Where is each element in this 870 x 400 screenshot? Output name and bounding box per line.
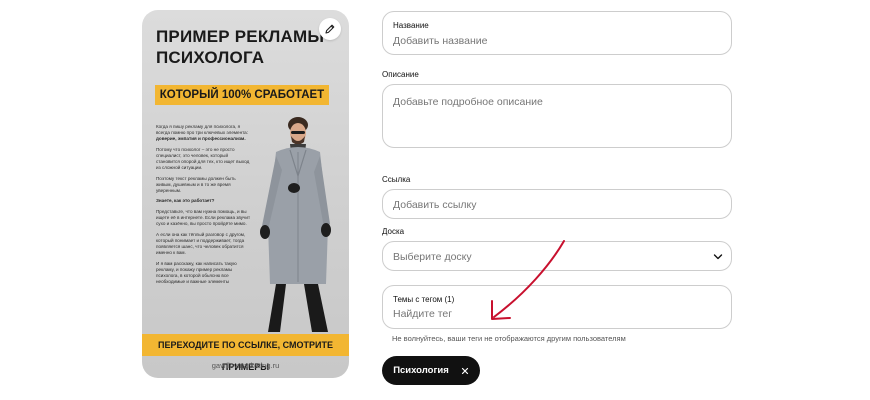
pin-body-text: Когда я пишу рекламу для психолога, я вс… (156, 124, 252, 290)
close-icon[interactable] (461, 367, 469, 375)
pin-body-p1: Когда я пишу рекламу для психолога, я вс… (156, 124, 249, 136)
pin-title-line-2: ПСИХОЛОГА (156, 48, 265, 67)
title-input[interactable]: Добавить название (393, 35, 487, 47)
annotation-arrow (491, 240, 565, 320)
pin-body-p4: Знаете, как это работает? (156, 198, 215, 204)
board-select-value[interactable]: Выберите доску (393, 251, 472, 263)
tag-chip-label: Психология (393, 365, 449, 376)
tags-hint: Не волнуйтесь, ваши теги не отображаются… (392, 334, 626, 343)
title-label: Название (393, 21, 429, 30)
description-input[interactable]: Добавьте подробное описание (393, 96, 543, 108)
pin-preview-card: ПРИМЕР РЕКЛАМЫ ПСИХОЛОГА КОТОРЫЙ 100% СР… (142, 10, 349, 378)
description-label: Описание (382, 70, 419, 79)
pin-title-line-1: ПРИМЕР РЕКЛАМЫ (156, 27, 325, 46)
title-field[interactable]: Название Добавить название (382, 11, 732, 55)
edit-pin-button[interactable] (319, 18, 341, 40)
pin-site-url: gavrilovmarketing.ru (211, 361, 280, 370)
pin-cta-banner: ПЕРЕХОДИТЕ ПО ССЫЛКЕ, СМОТРИТЕ ПРИМЕРЫ (142, 334, 349, 372)
pencil-icon (325, 24, 335, 34)
tags-label: Темы с тегом (1) (393, 295, 455, 304)
man-in-coat-photo (260, 117, 331, 332)
pin-body-p2: Потому что психолог – это не просто спец… (156, 146, 250, 171)
description-field[interactable]: Добавьте подробное описание (382, 84, 732, 148)
pin-title: ПРИМЕР РЕКЛАМЫ ПСИХОЛОГА (156, 26, 336, 68)
tag-chip-psychology[interactable]: Психология (382, 356, 480, 385)
pin-body-p6: А если она как тёплый разговор с другом,… (156, 231, 246, 256)
link-label: Ссылка (382, 175, 411, 184)
pin-banner: КОТОРЫЙ 100% СРАБОТАЕТ (155, 85, 329, 105)
board-label: Доска (382, 227, 405, 236)
pin-body-p5: Представьте, что вам нужна помощь, и вы … (156, 209, 251, 227)
tag-search-input[interactable]: Найдите тег (393, 308, 452, 320)
chevron-down-icon[interactable] (713, 253, 723, 261)
pin-body-p1-bold: доверие, эмпатия и профессионализм. (156, 136, 246, 142)
link-field[interactable]: Добавить ссылку (382, 189, 732, 219)
link-input[interactable]: Добавить ссылку (393, 199, 476, 211)
pin-body-p7: И я вам расскажу, как написать такую рек… (156, 260, 237, 284)
pin-body-p3: Поэтому текст рекламы должен быть живым,… (156, 175, 236, 193)
